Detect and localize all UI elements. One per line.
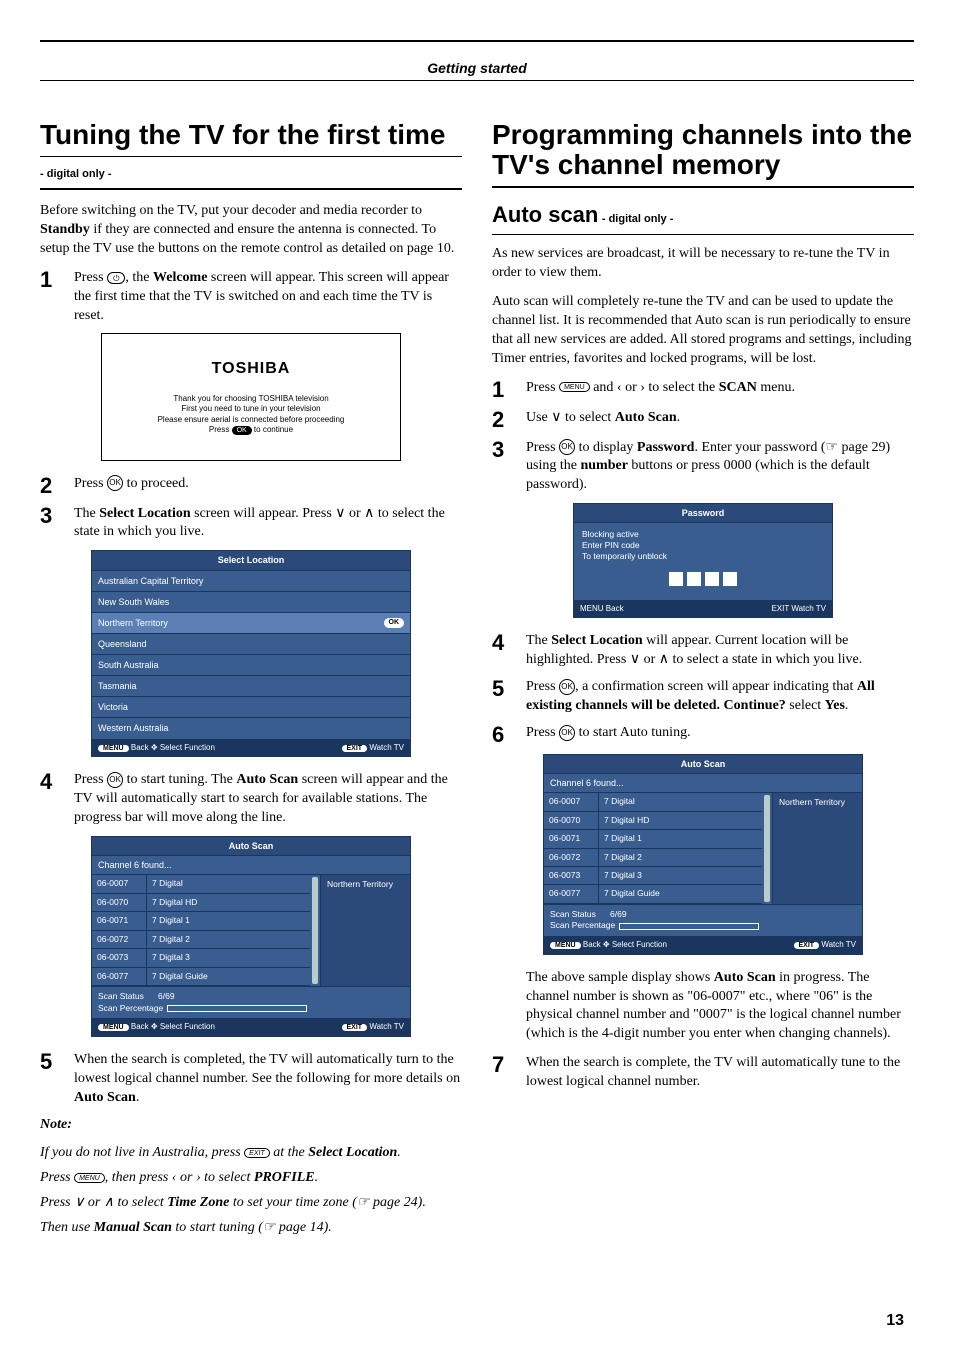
location-item-selected: Northern TerritoryOK bbox=[91, 613, 411, 634]
auto-scan-heading: Auto scan bbox=[492, 202, 598, 227]
location-item: Victoria bbox=[91, 697, 411, 718]
right-step-6: 6 Press OK to start Auto tuning. bbox=[492, 724, 914, 746]
page-content: Tuning the TV for the first time - digit… bbox=[40, 120, 914, 1310]
location-item: Tasmania bbox=[91, 676, 411, 697]
right-step-2: 2 Use ∨ to select Auto Scan. bbox=[492, 409, 914, 431]
note-heading: Note: bbox=[40, 1116, 462, 1135]
top-rule bbox=[40, 40, 914, 42]
auto-scan-subheading: - digital only - bbox=[602, 213, 674, 225]
right-step-7: 7 When the search is complete, the TV wi… bbox=[492, 1054, 914, 1092]
left-step-2: 2 Press OK to proceed. bbox=[40, 475, 462, 497]
osd-title: Select Location bbox=[91, 550, 411, 570]
right-step-4: 4 The Select Location will appear. Curre… bbox=[492, 632, 914, 670]
location-item: South Australia bbox=[91, 655, 411, 676]
left-heading: Tuning the TV for the first time bbox=[40, 120, 462, 150]
ok-badge: OK bbox=[384, 618, 405, 627]
right-step-5: 5 Press OK, a confirmation screen will a… bbox=[492, 678, 914, 716]
progress-bar bbox=[167, 1005, 307, 1012]
location-item: Queensland bbox=[91, 634, 411, 655]
ok-pill-icon: OK bbox=[232, 426, 252, 435]
location-item: Australian Capital Territory bbox=[91, 571, 411, 592]
ok-button-icon: OK bbox=[107, 475, 123, 491]
osd-footer: MENU Back ✥ Select Function EXIT Watch T… bbox=[91, 740, 411, 758]
scrollbar-icon bbox=[764, 795, 770, 902]
menu-button-icon: MENU bbox=[559, 382, 590, 392]
note-line: Press ∨ or ∧ to select Time Zone to set … bbox=[40, 1194, 462, 1213]
location-item: New South Wales bbox=[91, 592, 411, 613]
location-item: Western Australia bbox=[91, 718, 411, 739]
exit-button-icon: EXIT bbox=[244, 1148, 270, 1158]
left-step-1: 1 Press ⏻, the Welcome screen will appea… bbox=[40, 269, 462, 326]
scan-caption: The above sample display shows Auto Scan… bbox=[492, 969, 914, 1045]
pin-boxes bbox=[582, 572, 824, 589]
power-icon: ⏻ bbox=[107, 272, 125, 284]
welcome-screen: TOSHIBA Thank you for choosing TOSHIBA t… bbox=[101, 333, 401, 460]
right-step-3: 3 Press OK to display Password. Enter yo… bbox=[492, 439, 914, 496]
right-p1: As new services are broadcast, it will b… bbox=[492, 245, 914, 283]
auto-scan-osd-right: Auto Scan Channel 6 found... 06-00077 Di… bbox=[543, 754, 863, 955]
right-heading: Programming channels into the TV's chann… bbox=[492, 120, 914, 180]
right-step-1: 1 Press MENU and ‹ or › to select the SC… bbox=[492, 379, 914, 401]
left-step-4: 4 Press OK to start tuning. The Auto Sca… bbox=[40, 771, 462, 828]
step-number: 1 bbox=[40, 269, 60, 291]
ok-button-icon: OK bbox=[559, 679, 575, 695]
menu-button-icon: MENU bbox=[74, 1173, 105, 1183]
page-number: 13 bbox=[886, 1312, 904, 1330]
ok-button-icon: OK bbox=[107, 772, 123, 788]
scrollbar-icon bbox=[312, 877, 318, 984]
ok-button-icon: OK bbox=[559, 439, 575, 455]
left-step-3: 3 The Select Location screen will appear… bbox=[40, 505, 462, 543]
auto-scan-osd-left: Auto Scan Channel 6 found... 06-00077 Di… bbox=[91, 836, 411, 1037]
intro-paragraph: Before switching on the TV, put your dec… bbox=[40, 202, 462, 259]
left-step-5: 5 When the search is completed, the TV w… bbox=[40, 1051, 462, 1108]
left-subheading: - digital only - bbox=[40, 167, 462, 182]
note-line: Then use Manual Scan to start tuning (☞ … bbox=[40, 1219, 462, 1238]
right-p2: Auto scan will completely re-tune the TV… bbox=[492, 293, 914, 369]
progress-bar bbox=[619, 923, 759, 930]
section-header: Getting started bbox=[40, 60, 914, 81]
password-osd: Password Blocking active Enter PIN code … bbox=[573, 503, 833, 618]
note-line: Press MENU, then press ‹ or › to select … bbox=[40, 1169, 462, 1188]
ok-button-icon: OK bbox=[559, 725, 575, 741]
select-location-osd: Select Location Australian Capital Terri… bbox=[91, 550, 411, 757]
note-line: If you do not live in Australia, press E… bbox=[40, 1144, 462, 1163]
brand-logo: TOSHIBA bbox=[112, 358, 390, 380]
